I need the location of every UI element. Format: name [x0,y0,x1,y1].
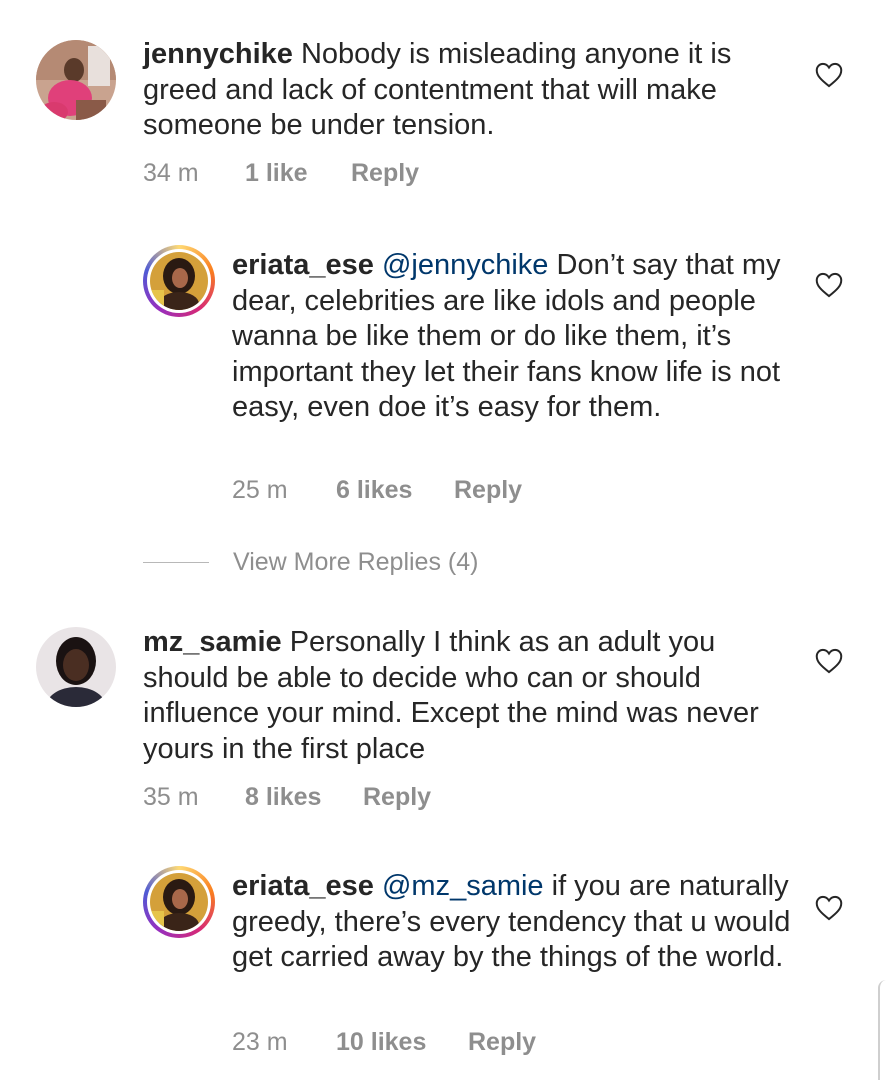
comment-likes[interactable]: 1 like [245,159,351,188]
reply-button[interactable]: Reply [363,783,431,812]
heart-outline-icon[interactable] [815,895,843,921]
avatar[interactable] [36,40,116,120]
comment-time: 23 m [232,1028,288,1056]
reply-button[interactable]: Reply [454,476,522,505]
comment-username[interactable]: eriata_ese [232,870,374,902]
view-more-replies[interactable]: View More Replies (4) [143,548,478,577]
avatar[interactable] [143,245,215,317]
comment-time: 35 m [143,783,199,811]
avatar[interactable] [36,627,116,707]
comment-likes[interactable]: 10 likes [336,1028,468,1057]
heart-outline-icon[interactable] [815,648,843,674]
scrollbar[interactable] [878,980,888,1080]
divider-line [143,561,209,564]
heart-outline-icon[interactable] [815,272,843,298]
comment-username[interactable]: jennychike [143,38,293,70]
comment-username[interactable]: eriata_ese [232,249,374,281]
heart-outline-icon[interactable] [815,62,843,88]
comment-likes[interactable]: 6 likes [336,476,454,505]
comment-username[interactable]: mz_samie [143,626,282,658]
avatar[interactable] [143,866,215,938]
comment-likes[interactable]: 8 likes [245,783,363,812]
mention-link[interactable]: @mz_samie [382,870,544,902]
comment-time: 34 m [143,159,199,187]
view-more-replies-label[interactable]: View More Replies (4) [233,548,478,577]
avatar-photo [150,873,208,931]
avatar-photo [36,40,116,120]
reply-button[interactable]: Reply [468,1028,536,1057]
mention-link[interactable]: @jennychike [382,249,548,281]
reply-button[interactable]: Reply [351,159,419,188]
avatar-photo [36,627,116,707]
avatar-photo [150,252,208,310]
comment-time: 25 m [232,476,288,504]
